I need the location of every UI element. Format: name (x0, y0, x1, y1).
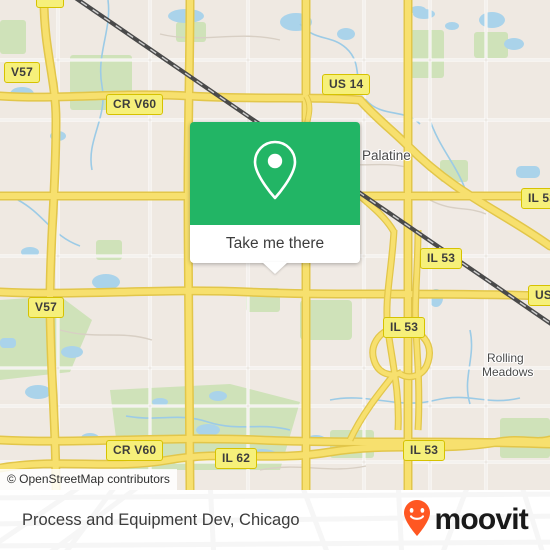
popup-header (190, 122, 360, 225)
station-popup-card[interactable]: Take me there (190, 122, 360, 274)
take-me-there-button[interactable]: Take me there (226, 235, 324, 253)
bottom-info-bar: Process and Equipment Dev, Chicago moovi… (0, 490, 550, 550)
road-shield: IL 53 (403, 440, 446, 461)
moovit-station-map-page: V57 CR V60 US 14 IL 53 IL 53 US V57 IL 5… (0, 0, 550, 550)
road-shield: US 14 (322, 74, 371, 95)
road-shield: CR V60 (106, 94, 164, 115)
road-shield: IL 53 (383, 317, 426, 338)
road-shield: V57 (28, 297, 64, 318)
moovit-logo[interactable]: moovit (402, 499, 529, 542)
map-canvas[interactable]: V57 CR V60 US 14 IL 53 IL 53 US V57 IL 5… (0, 0, 550, 490)
moovit-smiley-pin-icon (402, 499, 432, 542)
place-label-palatine: Palatine (362, 148, 411, 163)
map-attribution[interactable]: © OpenStreetMap contributors (0, 469, 177, 490)
road-shield: V57 (4, 62, 40, 83)
popup-pointer (262, 262, 288, 274)
poi-title: Process and Equipment Dev, Chicago (22, 510, 300, 529)
road-shield: IL 53 (420, 248, 463, 269)
road-shield: US (528, 285, 550, 306)
map-pin-icon (248, 138, 302, 209)
road-shield (36, 0, 65, 8)
bottom-bar-content: Process and Equipment Dev, Chicago moovi… (0, 490, 550, 550)
road-shield: IL 62 (215, 448, 258, 469)
road-shield: IL 53 (521, 188, 550, 209)
place-label-rolling-meadows-line2: Meadows (482, 365, 534, 379)
moovit-wordmark: moovit (434, 503, 528, 536)
place-label-rolling-meadows-line1: Rolling (487, 351, 524, 365)
popup-footer[interactable]: Take me there (190, 225, 360, 274)
road-shield: CR V60 (106, 440, 164, 461)
